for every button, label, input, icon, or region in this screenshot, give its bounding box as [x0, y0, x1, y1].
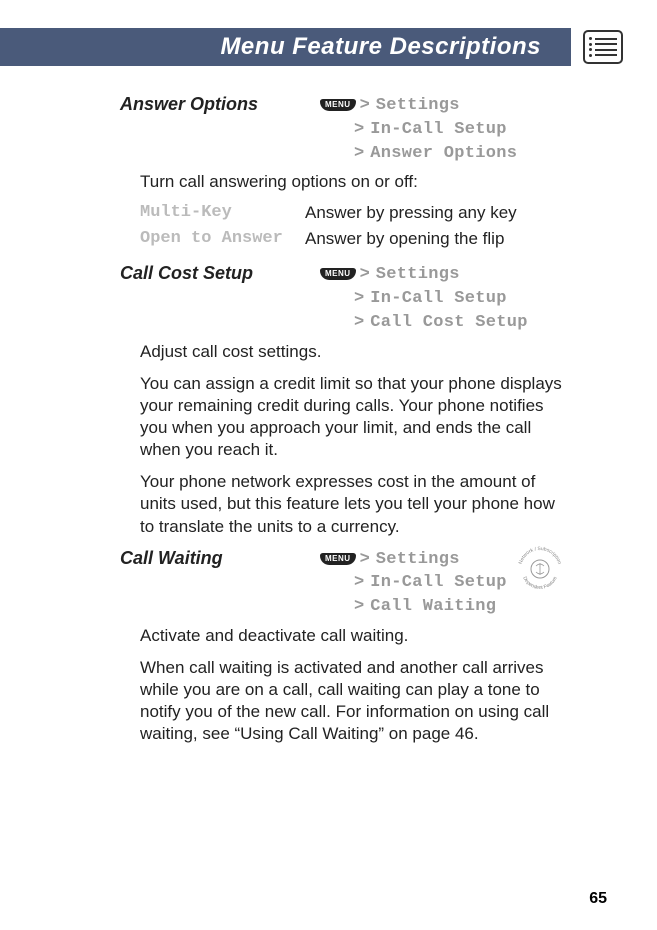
chevron-icon: > — [354, 287, 364, 311]
network-dependent-stamp-icon: Network / Subscription Dependent Feature — [515, 544, 565, 594]
intro-text: Adjust call cost settings. — [140, 341, 572, 363]
list-icon — [583, 30, 623, 64]
header-bar: Menu Feature Descriptions — [0, 28, 657, 66]
option-desc: Answer by pressing any key — [305, 203, 517, 223]
chevron-icon: > — [354, 311, 364, 335]
option-label: Open to Answer — [140, 229, 305, 249]
option-label: Multi-Key — [140, 203, 305, 223]
paragraph: Your phone network expresses cost in the… — [140, 471, 572, 537]
menu-button-icon: MENU — [320, 268, 356, 280]
path-segment: Call Waiting — [370, 595, 496, 619]
page-title: Menu Feature Descriptions — [220, 33, 541, 61]
intro-text: Turn call answering options on or off: — [140, 171, 572, 193]
paragraph: You can assign a credit limit so that yo… — [140, 373, 572, 461]
section-title: Call Cost Setup — [120, 263, 320, 284]
paragraph: When call waiting is activated and anoth… — [140, 657, 572, 745]
option-row: Multi-Key Answer by pressing any key — [140, 203, 572, 223]
path-segment: Call Cost Setup — [370, 311, 528, 335]
chevron-icon: > — [354, 571, 364, 595]
section-title: Answer Options — [120, 94, 320, 115]
chevron-icon: > — [360, 548, 370, 572]
page-number: 65 — [589, 890, 607, 908]
path-segment: Settings — [376, 263, 460, 287]
path-segment: Answer Options — [370, 142, 517, 166]
path-segment: In-Call Setup — [370, 287, 507, 311]
option-desc: Answer by opening the flip — [305, 229, 504, 249]
chevron-icon: > — [354, 142, 364, 166]
section-call-waiting: Call Waiting MENU > Settings > In-Call S… — [120, 548, 572, 746]
path-segment: Settings — [376, 94, 460, 118]
intro-text: Activate and deactivate call waiting. — [140, 625, 572, 647]
path-segment: In-Call Setup — [370, 571, 507, 595]
chevron-icon: > — [360, 263, 370, 287]
path-segment: Settings — [376, 548, 460, 572]
menu-button-icon: MENU — [320, 553, 356, 565]
menu-button-icon: MENU — [320, 99, 356, 111]
chevron-icon: > — [360, 94, 370, 118]
content-area: Answer Options MENU > Settings > In-Call… — [0, 66, 657, 745]
section-answer-options: Answer Options MENU > Settings > In-Call… — [120, 94, 572, 249]
menu-path-block: MENU > Settings > In-Call Setup > Call C… — [320, 263, 572, 334]
chevron-icon: > — [354, 118, 364, 142]
section-title: Call Waiting — [120, 548, 320, 569]
option-row: Open to Answer Answer by opening the fli… — [140, 229, 572, 249]
path-segment: In-Call Setup — [370, 118, 507, 142]
menu-path-block: MENU > Settings > In-Call Setup > Call W… — [320, 548, 507, 619]
svg-text:Network / Subscription: Network / Subscription — [517, 546, 562, 565]
header-blue-strip: Menu Feature Descriptions — [0, 28, 571, 66]
section-call-cost: Call Cost Setup MENU > Settings > In-Cal… — [120, 263, 572, 537]
menu-path-block: MENU > Settings > In-Call Setup > Answer… — [320, 94, 572, 165]
chevron-icon: > — [354, 595, 364, 619]
